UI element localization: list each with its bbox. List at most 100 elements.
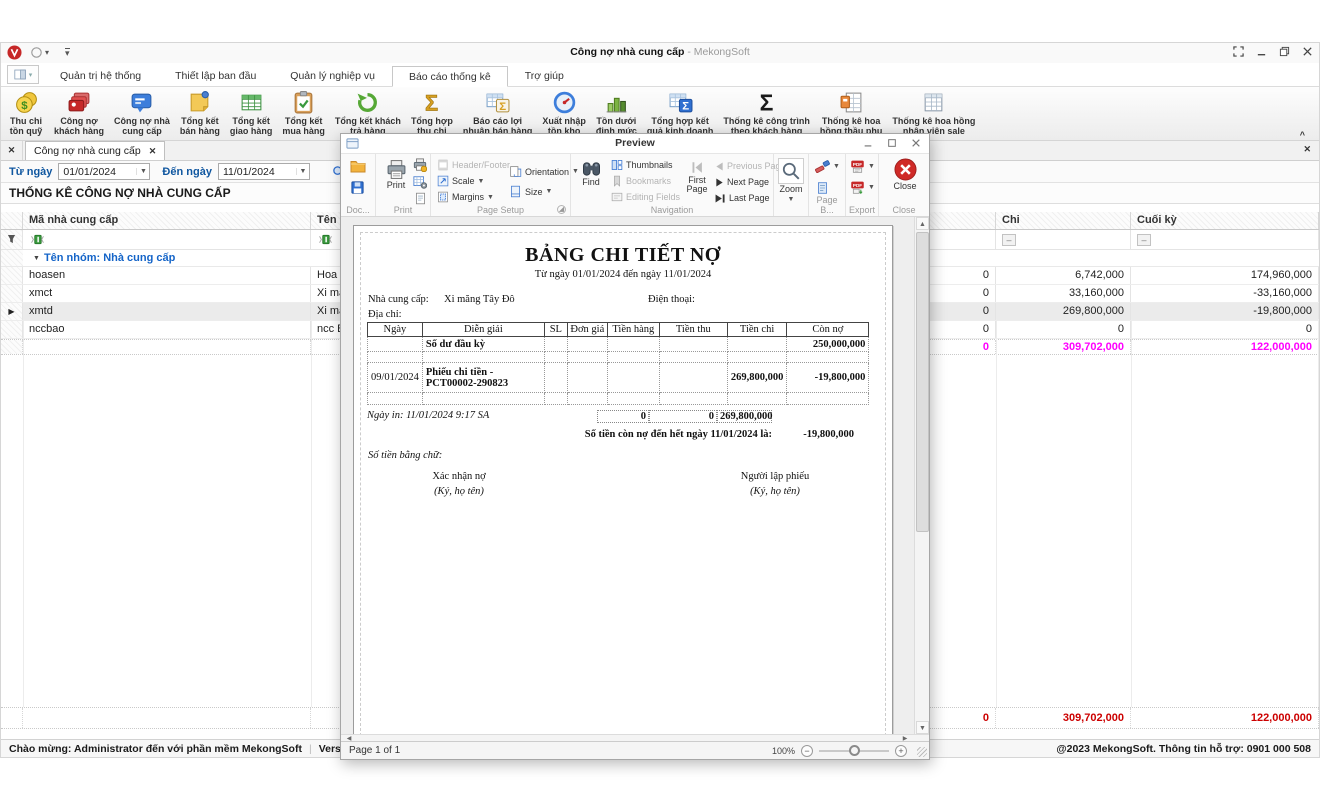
find-button[interactable]: Find <box>577 160 605 187</box>
vertical-scrollbar[interactable]: ▲ ▼ <box>914 217 929 734</box>
ribbon-button[interactable]: Tổng kết bán hàng <box>175 87 225 140</box>
orientation-button[interactable]: Orientation▼ <box>509 165 579 178</box>
collapse-arrow-icon[interactable]: ▼ <box>33 250 40 267</box>
last-page-button[interactable]: Last Page <box>715 193 770 203</box>
tab-close-icon[interactable]: ✕ <box>149 146 157 157</box>
ribbon-button[interactable]: Công nợ nhà cung cấp <box>109 87 175 140</box>
close-icon[interactable] <box>1302 46 1313 57</box>
opening-balance-value: 250,000,000 <box>787 337 869 352</box>
maximize-icon[interactable] <box>887 138 897 148</box>
save-button[interactable] <box>350 180 365 195</box>
page-color-button[interactable] <box>816 181 829 195</box>
zoom-slider-thumb[interactable] <box>849 745 860 756</box>
page-indicator: Page 1 of 1 <box>349 745 400 756</box>
first-page-icon <box>689 160 705 175</box>
svg-text:Σ: Σ <box>760 90 774 115</box>
quick-print-button[interactable] <box>413 158 427 172</box>
minimize-icon[interactable] <box>863 138 873 148</box>
svg-text:$: $ <box>21 100 28 112</box>
filter-cell-code[interactable] <box>23 230 311 249</box>
margins-button[interactable]: Margins▼ <box>437 191 494 203</box>
filter-condition-icon[interactable]: – <box>1137 234 1151 246</box>
report-footer-line: Ngày in: 11/01/2024 9:17 SA 0 0 269,800,… <box>367 410 854 423</box>
doc-tab-label: Công nợ nhà cung cấp <box>34 145 141 157</box>
report-cell <box>787 352 869 363</box>
restore-icon[interactable] <box>1279 46 1290 57</box>
tabstrip-close-button[interactable]: ✕ <box>1 141 23 160</box>
group-page-background: ▼ Page B... <box>809 154 846 216</box>
ribbon-button[interactable]: Tổng kết mua hàng <box>277 87 330 140</box>
watermark-button[interactable]: ▼ <box>815 160 840 173</box>
print-options-button[interactable] <box>413 175 427 189</box>
ribbon-tab[interactable]: Thiết lập ban đầu <box>158 65 273 86</box>
zoom-button[interactable]: Zoom ▼ <box>778 158 804 204</box>
zoom-in-button[interactable]: + <box>895 745 907 757</box>
ribbon-button[interactable]: Công nợ khách hàng <box>49 87 109 140</box>
minimize-icon[interactable] <box>1256 46 1267 57</box>
scrollbar-thumb[interactable] <box>916 232 929 532</box>
tab-cong-no-nha-cung-cap[interactable]: Công nợ nhà cung cấp ✕ <box>25 141 165 160</box>
sign-right-title: Người lập phiếu <box>700 469 850 484</box>
report-cell <box>607 337 659 352</box>
chevron-down-icon: ▾ <box>29 71 33 79</box>
zoom-control: 100% − + <box>772 745 907 757</box>
size-button[interactable]: Size▼ <box>509 185 552 198</box>
page-info-button[interactable] <box>414 192 427 205</box>
ribbon-tab[interactable]: Báo cáo thống kê <box>392 66 508 87</box>
signature-block: Xác nhận nợ (Ký, họ tên) Người lập phiếu… <box>354 469 892 499</box>
report-fields: Nhà cung cấp: Xi măng Tây Đô Điện thoại:… <box>368 294 892 322</box>
send-pdf-button[interactable]: PDF▼ <box>850 180 875 195</box>
tabstrip-right-close-button[interactable]: ✕ <box>1303 144 1311 155</box>
to-date-input[interactable]: 11/01/2024 ▼ <box>218 163 310 180</box>
report-cell <box>544 393 567 405</box>
folder-icon <box>350 159 366 173</box>
export-pdf-button[interactable]: PDF▼ <box>850 159 875 174</box>
resize-grip[interactable] <box>917 747 927 757</box>
ribbon-button[interactable]: Tổng kết giao hàng <box>225 87 278 140</box>
grand-total-cuoiky: 122,000,000 <box>1131 708 1319 728</box>
report-cell <box>607 393 659 405</box>
zoom-out-button[interactable]: − <box>801 745 813 757</box>
print-date: Ngày in: 11/01/2024 9:17 SA <box>367 410 597 423</box>
column-header-cuoiky[interactable]: Cuối kỳ <box>1131 212 1319 229</box>
ribbon-tab[interactable]: Quản lý nghiệp vụ <box>273 65 392 86</box>
chevron-down-icon[interactable]: ▼ <box>136 168 149 175</box>
close-preview-button[interactable]: Close <box>890 158 920 191</box>
report-column-header: Diễn giải <box>422 323 544 337</box>
next-page-icon <box>715 178 724 187</box>
cell-cuoiky: 174,960,000 <box>1131 267 1319 284</box>
fit-screen-icon[interactable] <box>1233 46 1244 57</box>
header-footer-button: Header/Footer <box>437 159 510 171</box>
column-header-chi[interactable]: Chi <box>996 212 1131 229</box>
filter-cell-cuoiky[interactable]: – <box>1131 230 1319 249</box>
amount-in-words-label: Số tiền bằng chữ: <box>368 450 892 461</box>
first-page-button: First Page <box>683 160 711 194</box>
report-cell <box>544 352 567 363</box>
page-setup-launcher-icon[interactable]: ◢ <box>557 205 566 214</box>
ribbon-tab[interactable]: Trợ giúp <box>508 65 581 86</box>
window-title-brand: - MekongSoft <box>687 46 749 58</box>
scale-button[interactable]: Scale▼ <box>437 175 484 187</box>
scroll-up-icon[interactable]: ▲ <box>916 217 929 230</box>
ribbon-button[interactable]: $Thu chi tồn quỹ <box>3 87 49 140</box>
from-date-input[interactable]: 01/01/2024 ▼ <box>58 163 150 180</box>
ribbon-collapse-button[interactable]: ^ <box>1300 130 1305 140</box>
ribbon-launcher-button[interactable]: ▾ <box>7 65 39 84</box>
close-icon[interactable] <box>911 138 921 148</box>
grid_orange-icon <box>839 90 864 115</box>
detail-description: Phiếu chi tiền - PCT00002-290823 <box>422 363 544 393</box>
thumbnails-button[interactable]: Thumbnails <box>611 159 673 171</box>
scroll-down-icon[interactable]: ▼ <box>916 721 929 734</box>
report-cell <box>567 393 607 405</box>
report-subtitle: Từ ngày 01/01/2024 đến ngày 11/01/2024 <box>354 269 892 280</box>
open-button[interactable] <box>350 159 366 173</box>
zoom-slider[interactable] <box>819 750 889 752</box>
ribbon-tab[interactable]: Quản trị hệ thống <box>43 65 158 86</box>
signature-right: Người lập phiếu (Ký, họ tên) <box>700 469 850 499</box>
next-page-button[interactable]: Next Page <box>715 177 769 187</box>
chevron-down-icon[interactable]: ▼ <box>296 168 309 175</box>
filter-cell-chi[interactable]: – <box>996 230 1131 249</box>
column-header-code[interactable]: Mã nhà cung cấp <box>23 212 311 229</box>
filter-condition-icon[interactable]: – <box>1002 234 1016 246</box>
print-button[interactable]: Print <box>381 159 411 190</box>
